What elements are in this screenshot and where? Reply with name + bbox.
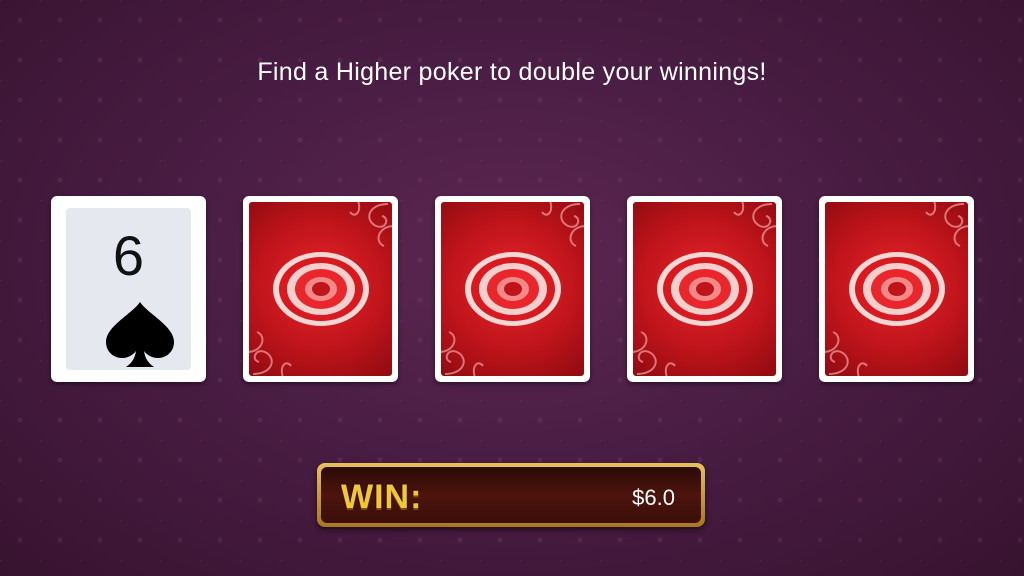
dealer-card: 6 [51,196,206,382]
target-logo-icon [849,252,945,326]
card-back-2[interactable] [435,196,590,382]
card-back-design [249,202,392,376]
card-back-design [441,202,584,376]
spade-icon [106,302,174,367]
target-logo-icon [273,252,369,326]
card-face: 6 [66,208,191,370]
target-logo-icon [657,252,753,326]
card-back-3[interactable] [627,196,782,382]
card-back-design [825,202,968,376]
win-panel: WIN: $6.0 [317,463,705,527]
card-back-design [633,202,776,376]
win-label: WIN: [341,478,423,516]
card-rank: 6 [112,224,145,287]
win-panel-inner: WIN: $6.0 [321,467,701,523]
target-logo-icon [465,252,561,326]
win-amount: $6.0 [632,485,675,510]
instruction-text: Find a Higher poker to double your winni… [257,58,767,86]
card-back-4[interactable] [819,196,974,382]
card-back-1[interactable] [243,196,398,382]
